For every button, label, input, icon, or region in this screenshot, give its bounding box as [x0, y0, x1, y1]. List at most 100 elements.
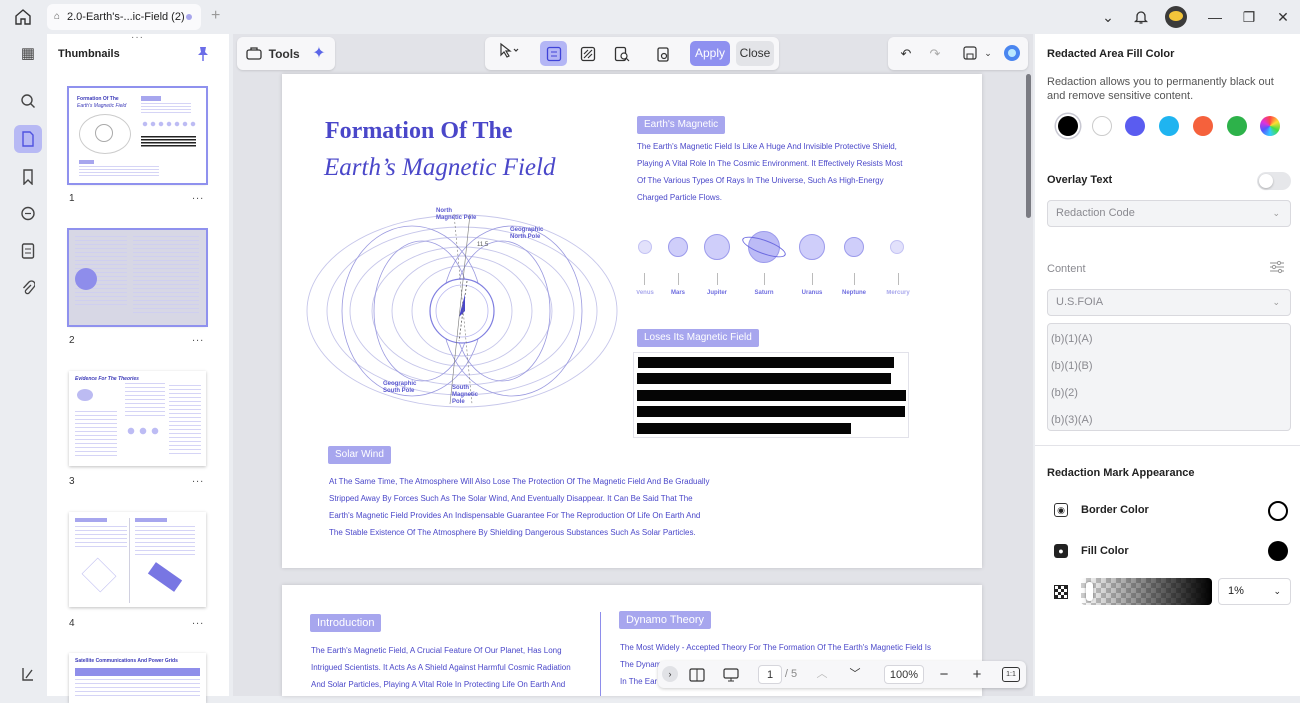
expand-icon[interactable]: › [662, 666, 678, 682]
color-swatch-black[interactable] [1058, 116, 1078, 136]
overlay-text-toggle[interactable] [1257, 172, 1291, 190]
color-swatch-green[interactable] [1227, 116, 1247, 136]
color-swatch-blue[interactable] [1125, 116, 1145, 136]
close-button[interactable]: Close [736, 41, 774, 66]
thumbnail-page-1[interactable]: Formation Of The Earth's Magnetic Field [67, 86, 208, 185]
content-select[interactable]: U.S.FOIA ⌄ [1047, 289, 1291, 316]
opacity-icon [1054, 585, 1068, 599]
search-redact-button[interactable] [608, 41, 635, 66]
attachment-icon[interactable] [14, 274, 42, 302]
redo-icon[interactable]: ↷ [923, 41, 947, 66]
apply-button[interactable]: Apply [690, 41, 730, 66]
opacity-value: 1% [1228, 585, 1244, 597]
redact-pages-button[interactable] [574, 41, 601, 66]
maximize-icon[interactable]: ❐ [1236, 5, 1262, 29]
next-page-icon[interactable]: ﹀ [846, 665, 864, 684]
document-tab[interactable]: ⌂ 2.0-Earth's-...ic-Field (2) [47, 4, 201, 30]
thumbnail-more-button[interactable]: ... [192, 473, 204, 485]
thumbnails-icon[interactable] [14, 125, 42, 153]
mark-area-button[interactable] [540, 41, 567, 66]
redaction-marks[interactable] [633, 352, 909, 438]
chevron-down-icon[interactable]: ⌄ [1095, 5, 1121, 29]
redaction-mark[interactable] [637, 390, 906, 401]
thumbnails-panel: ··· Thumbnails Formation Of The Earth's … [47, 32, 229, 703]
redaction-code-select[interactable]: Redaction Code ⌄ [1047, 200, 1291, 227]
chevron-down-icon: ⌄ [1273, 586, 1281, 596]
layers-icon[interactable] [14, 660, 42, 688]
reading-mode-icon[interactable] [686, 665, 708, 684]
redaction-mark[interactable] [638, 357, 894, 368]
zoom-out-icon[interactable]: − [935, 665, 953, 684]
tools-button[interactable]: Tools [242, 41, 302, 66]
border-color-swatch[interactable] [1268, 501, 1288, 521]
solar-wind-text: At The Same Time, The Atmosphere Will Al… [329, 473, 749, 541]
color-swatch-white[interactable] [1092, 116, 1112, 136]
planet-label: Uranus [801, 290, 823, 296]
planet-label: Mercury [886, 290, 910, 296]
color-swatch-orange[interactable] [1193, 116, 1213, 136]
text-line: Of The Various Types Of Rays In The Univ… [637, 176, 884, 185]
minimize-icon[interactable]: — [1202, 5, 1228, 29]
opacity-slider-handle[interactable] [1086, 582, 1093, 601]
redaction-mark[interactable] [637, 406, 905, 417]
opacity-slider[interactable] [1081, 578, 1212, 605]
text-line: And Solar Particles, Playing A Vital Rol… [311, 680, 566, 689]
presentation-icon[interactable] [720, 665, 742, 684]
overlay-text-title: Overlay Text [1047, 174, 1113, 186]
form-icon[interactable] [14, 237, 42, 265]
previous-page-icon[interactable]: ︿ [813, 665, 831, 684]
chevron-down-icon[interactable]: ⌄ [982, 41, 994, 66]
opacity-select[interactable]: 1% ⌄ [1218, 578, 1291, 605]
thumbnail-page-4[interactable] [69, 512, 206, 607]
ai-sparkle-icon[interactable]: ✦ [307, 41, 331, 66]
thumbnail-more-button[interactable]: ... [192, 190, 204, 202]
border-color-label: Border Color [1081, 504, 1149, 516]
color-swatch-cyan[interactable] [1159, 116, 1179, 136]
redact-settings-button[interactable] [649, 41, 676, 66]
redaction-mark[interactable] [637, 373, 891, 384]
zoom-in-icon[interactable]: + [968, 665, 986, 684]
magnetic-field-diagram [306, 213, 618, 408]
filter-settings-icon[interactable] [1269, 260, 1285, 279]
redaction-properties-panel: Redacted Area Fill Color Redaction allow… [1035, 34, 1300, 696]
page-number-input[interactable]: 1 [758, 665, 782, 684]
save-icon[interactable] [958, 41, 982, 66]
redaction-mark[interactable] [637, 423, 851, 434]
close-window-icon[interactable]: ✕ [1270, 5, 1296, 29]
page-total: / 5 [784, 668, 798, 680]
avatar[interactable] [1165, 6, 1187, 28]
chevron-down-icon: ⌄ [1272, 208, 1280, 218]
code-item[interactable]: (b)(2) [1051, 387, 1078, 399]
grid-icon[interactable]: ▦ [14, 40, 42, 68]
thumbnail-page-3[interactable]: Evidence For The Theories [69, 371, 206, 466]
bookmark-icon[interactable] [14, 163, 42, 191]
ai-assistant-icon[interactable] [1000, 41, 1024, 66]
search-icon[interactable] [14, 87, 42, 115]
fill-color-swatch[interactable] [1268, 541, 1288, 561]
pin-icon[interactable] [197, 46, 209, 67]
thumbnail-more-button[interactable]: ... [192, 615, 204, 627]
unsaved-dot [186, 14, 192, 20]
thumbnail-page-2[interactable] [67, 228, 208, 327]
color-picker-icon[interactable] [1260, 116, 1280, 136]
code-item[interactable]: (b)(1)(B) [1051, 360, 1093, 372]
select-cursor-button[interactable] [491, 41, 527, 66]
zoom-level[interactable]: 100% [884, 665, 924, 684]
actual-size-button[interactable]: 1:1 [1002, 667, 1020, 682]
geographic-south-pole-label: Geographic South Pole [383, 381, 417, 394]
code-item[interactable]: (b)(1)(A) [1051, 333, 1093, 345]
vertical-scrollbar[interactable] [1026, 74, 1031, 218]
new-tab-button[interactable]: + [211, 7, 220, 25]
bell-icon[interactable] [1128, 5, 1154, 29]
code-item[interactable]: (b)(3)(A) [1051, 414, 1093, 426]
tools-label: Tools [268, 47, 300, 61]
fill-color-icon: ● [1054, 544, 1068, 558]
undo-icon[interactable]: ↶ [894, 41, 918, 66]
drag-handle[interactable]: ··· [131, 32, 144, 43]
fill-color-title: Redacted Area Fill Color [1047, 48, 1175, 60]
comment-icon[interactable] [14, 200, 42, 228]
page-1: Formation Of The Earth’s Magnetic Field [282, 74, 982, 568]
home-icon[interactable] [14, 8, 34, 26]
text-line: The Earth's Magnetic Field Is Like A Hug… [637, 142, 897, 151]
thumbnail-more-button[interactable]: ... [192, 332, 204, 344]
